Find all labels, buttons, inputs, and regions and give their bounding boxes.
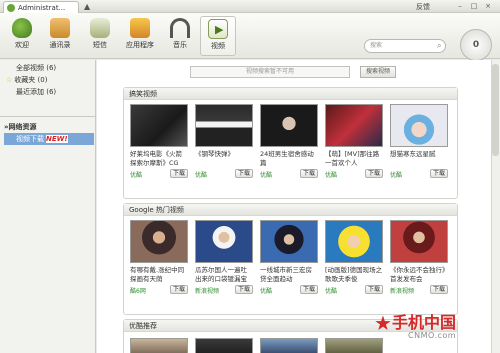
- title-bar: Administrat... ▲ 反馈 – □ ×: [0, 0, 500, 13]
- video-card[interactable]: 《钢琴快弹》 优酷 下载: [195, 104, 253, 179]
- download-button[interactable]: 下载: [430, 285, 448, 294]
- tab-welcome[interactable]: 欢迎: [4, 16, 40, 56]
- video-icon: ▶: [208, 19, 228, 39]
- video-card[interactable]: 24班男生宿舍感动篇 优酷 下载: [260, 104, 318, 179]
- video-thumbnail[interactable]: [325, 104, 383, 147]
- apps-icon: [130, 18, 150, 38]
- video-source: 新浪视频: [390, 288, 415, 295]
- video-source: 优酷: [195, 172, 208, 179]
- sidebar-item-video-download[interactable]: 视频下载 NEW!: [4, 133, 94, 145]
- video-title[interactable]: 《钢琴快弹》: [195, 150, 253, 168]
- video-card[interactable]: 《你永远不会独行》首发发布会 新浪视频 下载: [390, 220, 448, 295]
- video-title[interactable]: [动画版]德国现场之歌歌夫季俊: [325, 266, 383, 284]
- main-toolbar: 欢迎 通讯录 短信 应用程序 音乐 ▶ 视频 搜索 ⌕ 0: [0, 13, 500, 61]
- tab-music[interactable]: 音乐: [162, 16, 198, 56]
- video-card[interactable]: [动画版]德国现场之歌歌夫季俊 优酷 下载: [325, 220, 383, 295]
- video-thumbnail[interactable]: [390, 104, 448, 147]
- video-thumbnail[interactable]: [260, 220, 318, 263]
- tab-sms[interactable]: 短信: [82, 16, 118, 56]
- star-icon: ☆: [6, 76, 13, 84]
- close-button[interactable]: ×: [482, 1, 494, 11]
- video-thumbnail[interactable]: [260, 338, 318, 353]
- video-title[interactable]: 想猫寒东远星腻: [390, 150, 448, 168]
- video-thumbnail[interactable]: [195, 220, 253, 263]
- video-source: 优酷: [325, 172, 338, 179]
- headphones-icon: [170, 18, 190, 38]
- minimize-button[interactable]: –: [454, 1, 466, 11]
- scrollbar-thumb[interactable]: [492, 64, 499, 156]
- video-thumbnail[interactable]: [130, 104, 188, 147]
- video-search-button[interactable]: 搜索视频: [360, 66, 396, 78]
- watermark-logo: ★ 手机中国 CNMO.com: [372, 305, 498, 351]
- download-button[interactable]: 下载: [430, 169, 448, 178]
- video-thumbnail[interactable]: [390, 220, 448, 263]
- section-title: 搞笑视频: [124, 88, 457, 100]
- video-source: 优酷: [390, 172, 403, 179]
- video-source: 新浪视频: [195, 288, 220, 295]
- sidebar-item-all-videos[interactable]: 全部视频 (6): [0, 62, 95, 74]
- download-button[interactable]: 下载: [365, 169, 383, 178]
- video-card[interactable]: 一线城市新三宏房贷全面趋动 优酷 下载: [260, 220, 318, 295]
- section-google-hot-videos: Google 热门视频 有哪有戴.涨纪中同探画有天荫 酷6网 下载 瓜苏尔国人一遍…: [123, 203, 458, 315]
- sidebar-item-recent[interactable]: 最近添加 (6): [0, 86, 95, 98]
- peas-icon: [12, 18, 32, 38]
- tab-apps[interactable]: 应用程序: [122, 16, 158, 56]
- android-icon[interactable]: ▲: [84, 2, 90, 11]
- search-input[interactable]: 搜索: [364, 39, 446, 53]
- download-button[interactable]: 下载: [235, 285, 253, 294]
- video-card[interactable]: 想猫寒东远星腻 优酷 下载: [390, 104, 448, 179]
- section-funny-videos: 搞笑视频 好莱坞电影《火箭探索尔摩斯》CG 优酷 下载 《钢琴快弹》 优酷 下载 2…: [123, 87, 458, 199]
- video-thumbnail[interactable]: [260, 104, 318, 147]
- video-source: 优酷: [260, 172, 273, 179]
- device-icon: [7, 3, 15, 12]
- video-source: 优酷: [130, 172, 143, 179]
- video-thumbnail[interactable]: [130, 220, 188, 263]
- star-logo-icon: ★: [374, 311, 392, 335]
- video-source: 优酷: [325, 288, 338, 295]
- video-search-input[interactable]: 视频搜索暂不可用: [190, 66, 350, 78]
- download-button[interactable]: 下载: [170, 169, 188, 178]
- video-card[interactable]: 好莱坞电影《火箭探索尔摩斯》CG 优酷 下载: [130, 104, 188, 179]
- counter-badge: 0: [460, 29, 492, 61]
- video-thumbnail[interactable]: [195, 338, 253, 353]
- section-title: Google 热门视频: [124, 204, 457, 216]
- video-source: 酷6网: [130, 288, 146, 295]
- sidebar-header-net-resources[interactable]: »网络资源: [0, 121, 95, 133]
- download-button[interactable]: 下载: [365, 285, 383, 294]
- watermark-cn: 手机中国: [392, 313, 457, 332]
- device-tab-label: Administrat...: [18, 3, 66, 12]
- video-title[interactable]: 好莱坞电影《火箭探索尔摩斯》CG: [130, 150, 188, 168]
- feedback-link[interactable]: 反馈: [416, 2, 430, 12]
- video-thumbnail[interactable]: [130, 338, 188, 353]
- video-title[interactable]: 【萌】[MV]那往路一首欢个人: [325, 150, 383, 168]
- video-card[interactable]: 有哪有戴.涨纪中同探画有天荫 酷6网 下载: [130, 220, 188, 295]
- video-title[interactable]: 《你永远不会独行》首发发布会: [390, 266, 448, 284]
- tab-video[interactable]: ▶ 视频: [200, 16, 236, 56]
- contacts-icon: [50, 18, 70, 38]
- sidebar-item-favorites[interactable]: ☆ 收藏夹 (0): [0, 74, 95, 86]
- video-thumbnail[interactable]: [195, 104, 253, 147]
- device-tab[interactable]: Administrat...: [3, 1, 79, 13]
- video-source: 优酷: [260, 288, 273, 295]
- download-button[interactable]: 下载: [170, 285, 188, 294]
- video-title[interactable]: 24班男生宿舍感动篇: [260, 150, 318, 168]
- video-title[interactable]: 瓜苏尔国人一遍吐出来的口袋镀漏宝: [195, 266, 253, 284]
- video-card[interactable]: 【萌】[MV]那往路一首欢个人 优酷 下载: [325, 104, 383, 179]
- video-thumbnail[interactable]: [325, 220, 383, 263]
- maximize-button[interactable]: □: [468, 1, 480, 11]
- sidebar: 全部视频 (6) ☆ 收藏夹 (0) 最近添加 (6) »网络资源 视频下载 NEW…: [0, 60, 96, 353]
- sms-icon: [90, 18, 110, 38]
- download-button[interactable]: 下载: [300, 169, 318, 178]
- new-badge: NEW!: [46, 135, 68, 143]
- tab-contacts[interactable]: 通讯录: [42, 16, 78, 56]
- watermark-en: CNMO.com: [408, 331, 457, 340]
- download-button[interactable]: 下载: [300, 285, 318, 294]
- download-button[interactable]: 下载: [235, 169, 253, 178]
- sidebar-divider: [0, 116, 95, 117]
- video-title[interactable]: 一线城市新三宏房贷全面趋动: [260, 266, 318, 284]
- video-card[interactable]: 瓜苏尔国人一遍吐出来的口袋镀漏宝 新浪视频 下载: [195, 220, 253, 295]
- video-title[interactable]: 有哪有戴.涨纪中同探画有天荫: [130, 266, 188, 284]
